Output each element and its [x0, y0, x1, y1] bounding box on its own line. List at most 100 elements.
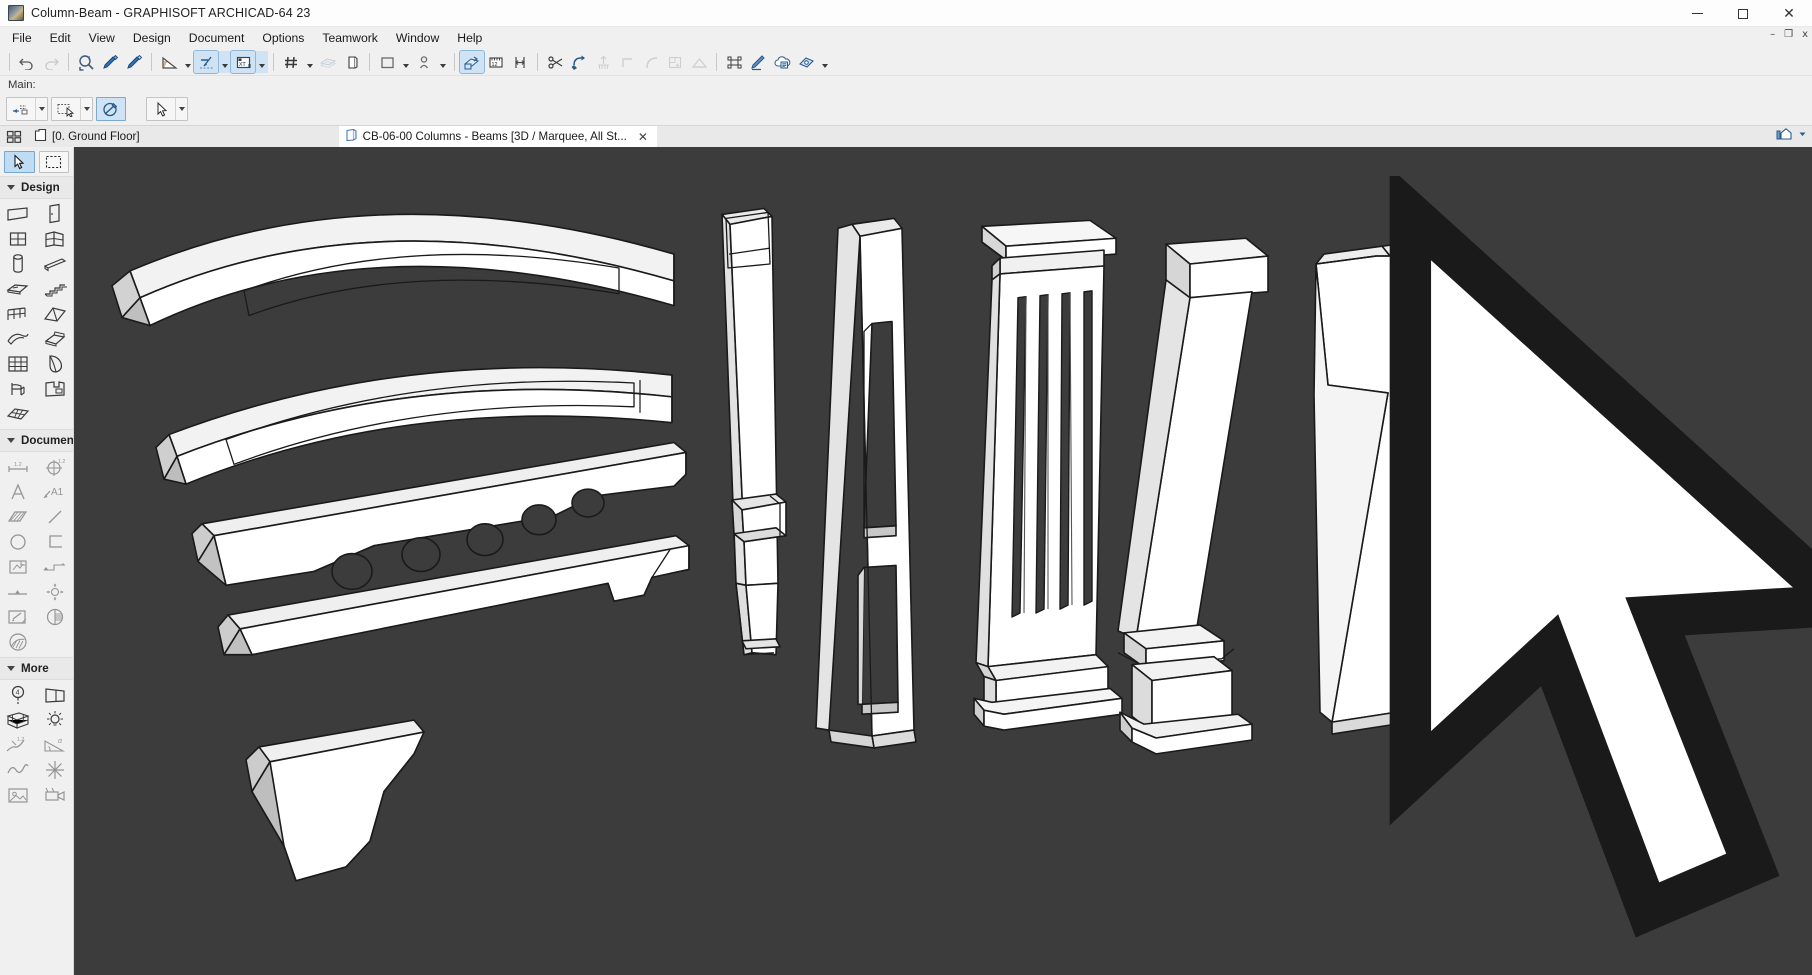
3d-cutaway-button[interactable]: [459, 50, 485, 74]
cloud-document-button[interactable]: [770, 51, 794, 73]
chevron-down-icon[interactable]: [1797, 127, 1808, 146]
toolbox-section-document[interactable]: Document: [0, 429, 73, 452]
roof-tool[interactable]: [37, 301, 74, 326]
undo-button[interactable]: [15, 51, 39, 73]
window-tool[interactable]: [0, 226, 37, 251]
stair-tool[interactable]: [37, 276, 74, 301]
layer-settings-button[interactable]: [340, 51, 364, 73]
measure-tool-dropdown[interactable]: [181, 51, 194, 73]
inject-parameters-button[interactable]: [122, 51, 146, 73]
maximize-button[interactable]: [1720, 0, 1766, 27]
figure-tool[interactable]: [0, 782, 37, 807]
lock-dropdown[interactable]: [436, 51, 449, 73]
menu-view[interactable]: View: [80, 28, 124, 49]
arrow-tool[interactable]: [4, 151, 35, 173]
elevate-button[interactable]: [591, 51, 615, 73]
document-close-button[interactable]: x: [1802, 30, 1808, 40]
toolbox-section-more[interactable]: More: [0, 657, 73, 680]
tab-columns-beams-3d[interactable]: CB-06-00 Columns - Beams [3D / Marquee, …: [338, 126, 657, 147]
redo-button[interactable]: [39, 51, 63, 73]
zone-tool[interactable]: 4: [0, 682, 37, 707]
minimize-button[interactable]: [1674, 0, 1720, 27]
tab-ground-floor[interactable]: [0. Ground Floor]: [28, 126, 149, 147]
slab-tool[interactable]: [0, 276, 37, 301]
grid-element-tool[interactable]: [0, 707, 37, 732]
magic-wand-button[interactable]: XT: [230, 50, 256, 74]
grid-snap-button[interactable]: [279, 51, 303, 73]
text-tool[interactable]: [0, 479, 37, 504]
detail-marker-tool[interactable]: [37, 579, 74, 604]
dimension-tool[interactable]: 1.2: [0, 454, 37, 479]
pick-up-parameters-button[interactable]: [98, 51, 122, 73]
measure-tool-button[interactable]: [157, 51, 181, 73]
fill-tool[interactable]: [0, 504, 37, 529]
level-dimension-tool[interactable]: [37, 554, 74, 579]
radial-dimension-tool[interactable]: 1.2: [37, 454, 74, 479]
group-button[interactable]: [722, 51, 746, 73]
menu-help[interactable]: Help: [448, 28, 491, 49]
menu-window[interactable]: Window: [387, 28, 448, 49]
pointer-tool-dropdown[interactable]: [175, 98, 187, 120]
spline-tool[interactable]: [0, 757, 37, 782]
arrow-drag-dropdown[interactable]: [35, 98, 47, 120]
intersect-button[interactable]: [663, 51, 687, 73]
hotspot-tool[interactable]: [37, 757, 74, 782]
change-marker-tool[interactable]: [0, 629, 37, 654]
marquee-frame-dropdown[interactable]: [399, 51, 412, 73]
wall-tool[interactable]: [0, 201, 37, 226]
mesh-tool[interactable]: [0, 401, 37, 426]
adjust-button[interactable]: [615, 51, 639, 73]
spline-dim-tool[interactable]: 1.2: [0, 732, 37, 757]
gravity-dropdown[interactable]: [218, 51, 231, 73]
magic-wand-tool[interactable]: [96, 97, 126, 121]
marquee-stretch-button[interactable]: [508, 51, 532, 73]
beam-tool[interactable]: [37, 251, 74, 276]
morph-tool[interactable]: [37, 326, 74, 351]
document-restore-button[interactable]: ❐: [1784, 30, 1793, 40]
menu-teamwork[interactable]: Teamwork: [313, 28, 387, 49]
gravity-button[interactable]: [193, 50, 219, 74]
renovation-filter-button[interactable]: [794, 51, 818, 73]
marquee-select-tool[interactable]: [51, 97, 93, 121]
lamp-tool[interactable]: [37, 707, 74, 732]
wall-end-tool[interactable]: [37, 682, 74, 707]
edit-pen-button[interactable]: [746, 51, 770, 73]
zone-stamp-tool[interactable]: [37, 376, 74, 401]
menu-edit[interactable]: Edit: [41, 28, 80, 49]
worksheet-tool[interactable]: [0, 604, 37, 629]
label-tool[interactable]: A1: [37, 479, 74, 504]
magic-wand-dropdown[interactable]: [255, 51, 268, 73]
3d-view-mode-icon[interactable]: [1775, 127, 1795, 146]
door-tool[interactable]: [37, 201, 74, 226]
dimension-scale-button[interactable]: 12: [484, 51, 508, 73]
lock-button[interactable]: [412, 51, 436, 73]
drag-rotate-button[interactable]: [567, 51, 591, 73]
tab-close-icon[interactable]: ✕: [638, 130, 648, 144]
parameter-transfer-button[interactable]: 1: [74, 51, 98, 73]
circle-tool[interactable]: [0, 529, 37, 554]
corner-window-tool[interactable]: [37, 226, 74, 251]
marquee-tool[interactable]: [38, 151, 69, 173]
menu-document[interactable]: Document: [180, 28, 254, 49]
grid-snap-dropdown[interactable]: [303, 51, 316, 73]
arrow-drag-tool[interactable]: [6, 97, 48, 121]
split-button[interactable]: [543, 51, 567, 73]
railing-tool[interactable]: [0, 301, 37, 326]
document-minimize-button[interactable]: –: [1770, 30, 1775, 40]
curve-edit-button[interactable]: [639, 51, 663, 73]
skylight-tool[interactable]: [37, 351, 74, 376]
marquee-select-dropdown[interactable]: [80, 98, 92, 120]
close-button[interactable]: ✕: [1766, 0, 1812, 27]
object-tool[interactable]: [0, 376, 37, 401]
camera-tool[interactable]: [37, 782, 74, 807]
angular-dimension-tool[interactable]: α: [37, 732, 74, 757]
pointer-tool[interactable]: [146, 97, 188, 121]
menu-options[interactable]: Options: [253, 28, 313, 49]
toolbox-section-design[interactable]: Design: [0, 176, 73, 199]
section-tool[interactable]: [37, 604, 74, 629]
curtain-wall-tool[interactable]: [0, 351, 37, 376]
renovation-filter-dropdown[interactable]: [818, 51, 831, 73]
layers-button[interactable]: [316, 51, 340, 73]
menu-file[interactable]: File: [3, 28, 41, 49]
tile-view-icon[interactable]: [0, 126, 28, 147]
